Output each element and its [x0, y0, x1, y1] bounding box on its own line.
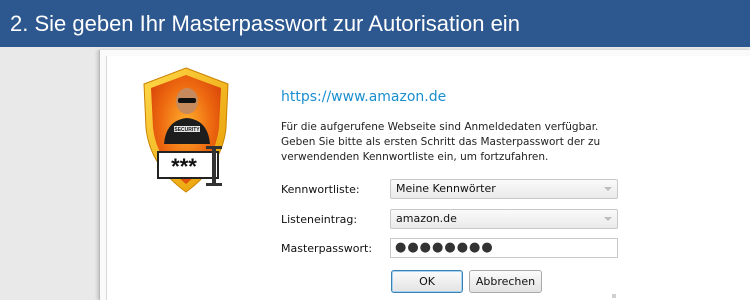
ok-button[interactable]: OK: [391, 270, 463, 293]
list-entry-select[interactable]: amazon.de: [390, 209, 618, 229]
message-line-2: Geben Sie bitte als ersten Schritt das M…: [281, 136, 601, 148]
list-entry-label: Listeneintrag:: [281, 213, 358, 226]
password-list-select[interactable]: Meine Kennwörter: [390, 179, 618, 199]
master-password-label: Masterpasswort:: [281, 242, 373, 255]
chevron-down-icon: [604, 187, 612, 191]
site-url: https://www.amazon.de: [281, 89, 447, 105]
message-line-3: verwendenden Kennwortliste ein, um fortz…: [281, 151, 549, 163]
master-password-input[interactable]: ●●●●●●●●: [390, 238, 618, 258]
password-list-value: Meine Kennwörter: [396, 182, 496, 195]
list-entry-value: amazon.de: [396, 212, 457, 225]
shield-guard-icon: SECURITY ***: [143, 67, 229, 193]
password-list-label: Kennwortliste:: [281, 183, 360, 196]
password-stars-text: ***: [171, 154, 197, 179]
message-line-1: Für die aufgerufene Webseite sind Anmeld…: [281, 121, 599, 133]
tutorial-step-banner: 2. Sie geben Ihr Masterpasswort zur Auto…: [0, 0, 750, 47]
banner-title: 2. Sie geben Ihr Masterpasswort zur Auto…: [10, 11, 520, 36]
resize-grip[interactable]: [612, 294, 616, 298]
chevron-down-icon: [604, 217, 612, 221]
security-badge-text: SECURITY: [174, 127, 200, 133]
security-shield-logo: SECURITY ***: [136, 66, 236, 196]
info-message: Für die aufgerufene Webseite sind Anmeld…: [281, 120, 631, 165]
cancel-button[interactable]: Abbrechen: [469, 270, 542, 293]
master-password-value: ●●●●●●●●: [395, 240, 494, 255]
